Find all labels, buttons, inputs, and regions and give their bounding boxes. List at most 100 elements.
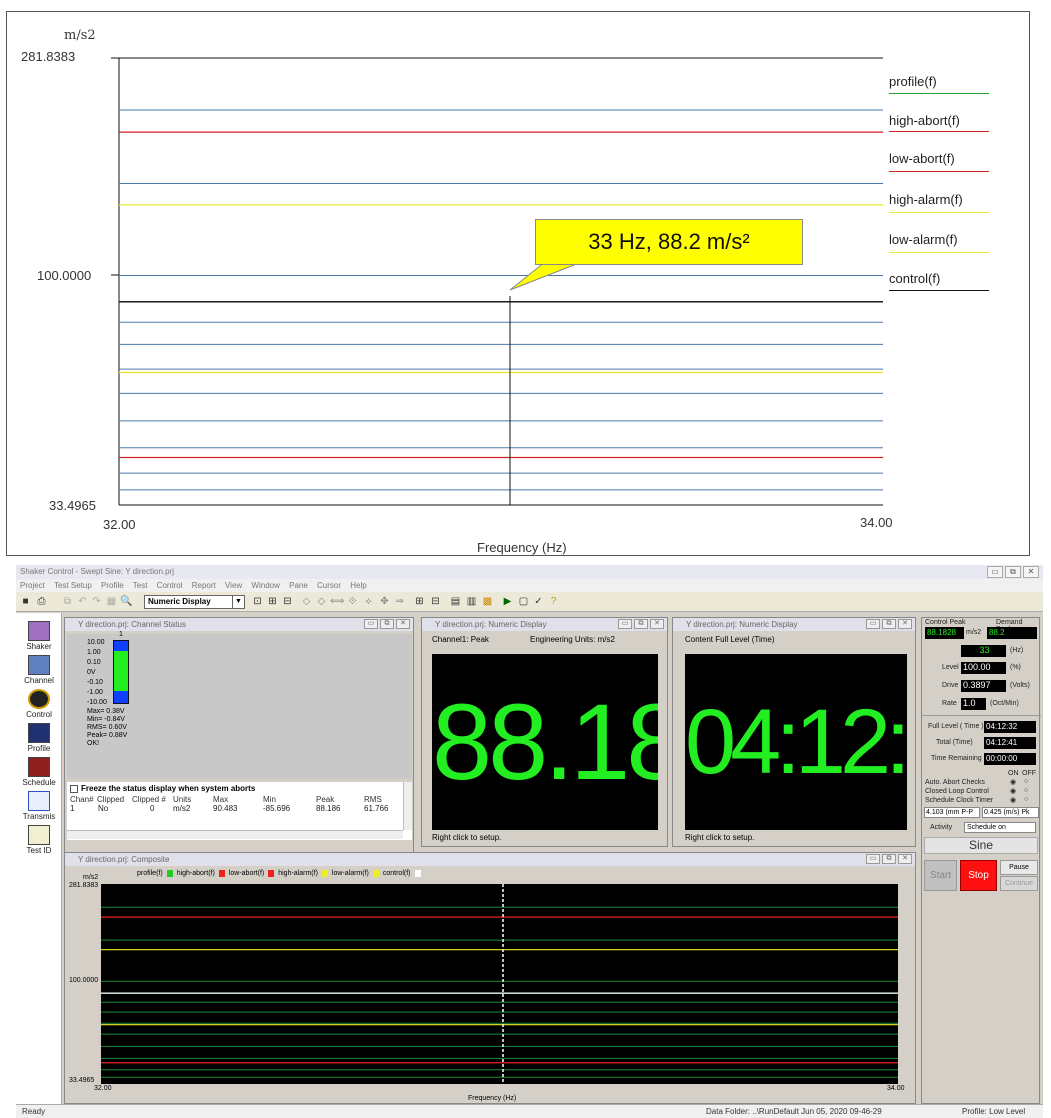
legend-high-alarm-swatch (889, 212, 989, 213)
schedule-icon (28, 757, 50, 777)
panel-minimize-button[interactable]: ▭ (866, 619, 880, 629)
sidebar-item-control[interactable]: Control (18, 689, 60, 719)
level-unit: (%) (1010, 664, 1021, 671)
status-table-area: Freeze the status display when system ab… (67, 782, 412, 840)
col-clipped: Clipped (97, 795, 125, 804)
vertical-scrollbar[interactable] (403, 782, 412, 830)
scale-both-icon[interactable]: ⊟ (281, 595, 294, 608)
schedule-clock-off-radio[interactable]: ○ (1024, 796, 1028, 803)
panel-close-button[interactable]: ✕ (650, 619, 664, 629)
chart-icon[interactable]: ▥ (465, 595, 478, 608)
arrow-both-icon[interactable]: ⟺ (330, 595, 344, 608)
grid-icon[interactable]: ▦ (105, 595, 118, 608)
arrow-left-icon[interactable]: ◇ (300, 595, 313, 608)
menu-test[interactable]: Test (133, 581, 148, 590)
undo-icon[interactable]: ↶ (76, 595, 89, 608)
minimize-button[interactable]: ▭ (987, 566, 1003, 578)
check-icon[interactable]: ✓ (532, 595, 545, 608)
menu-pane[interactable]: Pane (289, 581, 308, 590)
report-icon[interactable]: ▤ (449, 595, 462, 608)
control-status-panel: Control Peak Demand Peak 88.1828 m/s2 88… (921, 617, 1041, 1104)
menu-cursor[interactable]: Cursor (317, 581, 341, 590)
menu-test-setup[interactable]: Test Setup (54, 581, 92, 590)
continue-button[interactable]: Continue (1000, 876, 1038, 891)
help-icon[interactable]: ? (547, 595, 560, 608)
panel-restore-button[interactable]: ⧉ (380, 619, 394, 629)
sidebar-label-transmis: Transmis (22, 812, 56, 821)
sidebar: Shaker Channel Control Profile Schedule … (16, 613, 62, 1105)
pan-icon[interactable]: ✥ (378, 595, 391, 608)
start-button[interactable]: Start (924, 860, 957, 891)
freeze-checkbox[interactable] (70, 785, 78, 793)
panel-restore-button[interactable]: ⧉ (882, 854, 896, 864)
panel-restore-button[interactable]: ⧉ (634, 619, 648, 629)
freeze-label: Freeze the status display when system ab… (81, 784, 256, 793)
panel-minimize-button[interactable]: ▭ (364, 619, 378, 629)
arrow-in-icon[interactable]: ⟐ (346, 595, 359, 608)
sidebar-item-channel[interactable]: Channel (18, 655, 60, 685)
auto-abort-on-radio[interactable]: ◉ (1010, 778, 1016, 786)
numeric2-label: Content Full Level (Time) (685, 635, 775, 644)
run-icon[interactable]: ▶ (501, 595, 514, 608)
layout-icon[interactable]: ⊞ (413, 595, 426, 608)
menu-view[interactable]: View (225, 581, 242, 590)
scale-4: 0V (87, 669, 96, 676)
top-plot (111, 57, 883, 506)
menu-control[interactable]: Control (157, 581, 183, 590)
demand-peak-value: 88.2 (987, 627, 1037, 639)
close-button[interactable]: ✕ (1023, 566, 1039, 578)
doc-icon[interactable]: ▢ (517, 595, 530, 608)
menu-help[interactable]: Help (350, 581, 366, 590)
auto-abort-off-radio[interactable]: ○ (1024, 778, 1028, 785)
panel-close-button[interactable]: ✕ (396, 619, 410, 629)
panel-close-button[interactable]: ✕ (898, 854, 912, 864)
save-icon[interactable]: ■ (19, 595, 32, 608)
sidebar-item-schedule[interactable]: Schedule (18, 757, 60, 787)
sidebar-item-transmis[interactable]: Transmis (18, 791, 60, 821)
restore-button[interactable]: ⧉ (1005, 566, 1021, 578)
frequency-unit: (Hz) (1010, 647, 1024, 654)
print-icon[interactable]: ⎙ (35, 595, 48, 608)
off-header: OFF (1022, 770, 1036, 777)
col-min: Min (263, 795, 276, 804)
arrow-out-icon[interactable]: ⟡ (362, 595, 375, 608)
cell-chan: 1 (70, 804, 75, 813)
schedule-clock-label: Schedule Clock Timer (925, 797, 994, 804)
stop-button[interactable]: Stop (960, 860, 997, 891)
panel-close-button[interactable]: ✕ (898, 619, 912, 629)
zoom-icon[interactable]: 🔍 (120, 595, 133, 608)
next-icon[interactable]: ⇒ (393, 595, 406, 608)
closed-loop-on-radio[interactable]: ◉ (1010, 787, 1016, 795)
col-max: Max (213, 795, 229, 804)
sidebar-item-test-id[interactable]: Test ID (18, 825, 60, 855)
scale-x-icon[interactable]: ⊡ (251, 595, 264, 608)
scale-y-icon[interactable]: ⊞ (266, 595, 279, 608)
arrow-right-icon[interactable]: ◇ (315, 595, 328, 608)
comp-xtick-max: 34.00 (887, 1085, 905, 1092)
menu-profile[interactable]: Profile (101, 581, 124, 590)
panel-restore-button[interactable]: ⧉ (882, 619, 896, 629)
pause-button[interactable]: Pause (1000, 860, 1038, 875)
copy-icon[interactable]: ⧉ (61, 595, 74, 608)
alarm-icon[interactable]: ▩ (481, 595, 494, 608)
sidebar-item-shaker[interactable]: Shaker (18, 621, 60, 651)
closed-loop-off-radio[interactable]: ○ (1024, 787, 1028, 794)
chevron-down-icon[interactable]: ▼ (232, 596, 244, 608)
sidebar-item-profile[interactable]: Profile (18, 723, 60, 753)
schedule-clock-on-radio[interactable]: ◉ (1010, 796, 1016, 804)
menu-project[interactable]: Project (20, 581, 45, 590)
horizontal-scrollbar[interactable] (67, 830, 403, 839)
time-remaining-value: 00:00:00 (984, 753, 1036, 765)
sidebar-label-test-id: Test ID (26, 846, 52, 855)
menu-report[interactable]: Report (192, 581, 216, 590)
display-type-select[interactable]: Numeric Display ▼ (144, 595, 245, 609)
col-chan: Chan# (70, 795, 94, 804)
menu-window[interactable]: Window (251, 581, 279, 590)
panel-minimize-button[interactable]: ▭ (866, 854, 880, 864)
level-meter-area: 10.00 1.00 0.10 0V -0.10 -1.00 -10.00 1 … (67, 631, 412, 779)
panel-minimize-button[interactable]: ▭ (618, 619, 632, 629)
redo-icon[interactable]: ↷ (90, 595, 103, 608)
stat-ok: OK! (87, 740, 100, 747)
scale-1: 10.00 (87, 639, 105, 646)
split-icon[interactable]: ⊟ (429, 595, 442, 608)
